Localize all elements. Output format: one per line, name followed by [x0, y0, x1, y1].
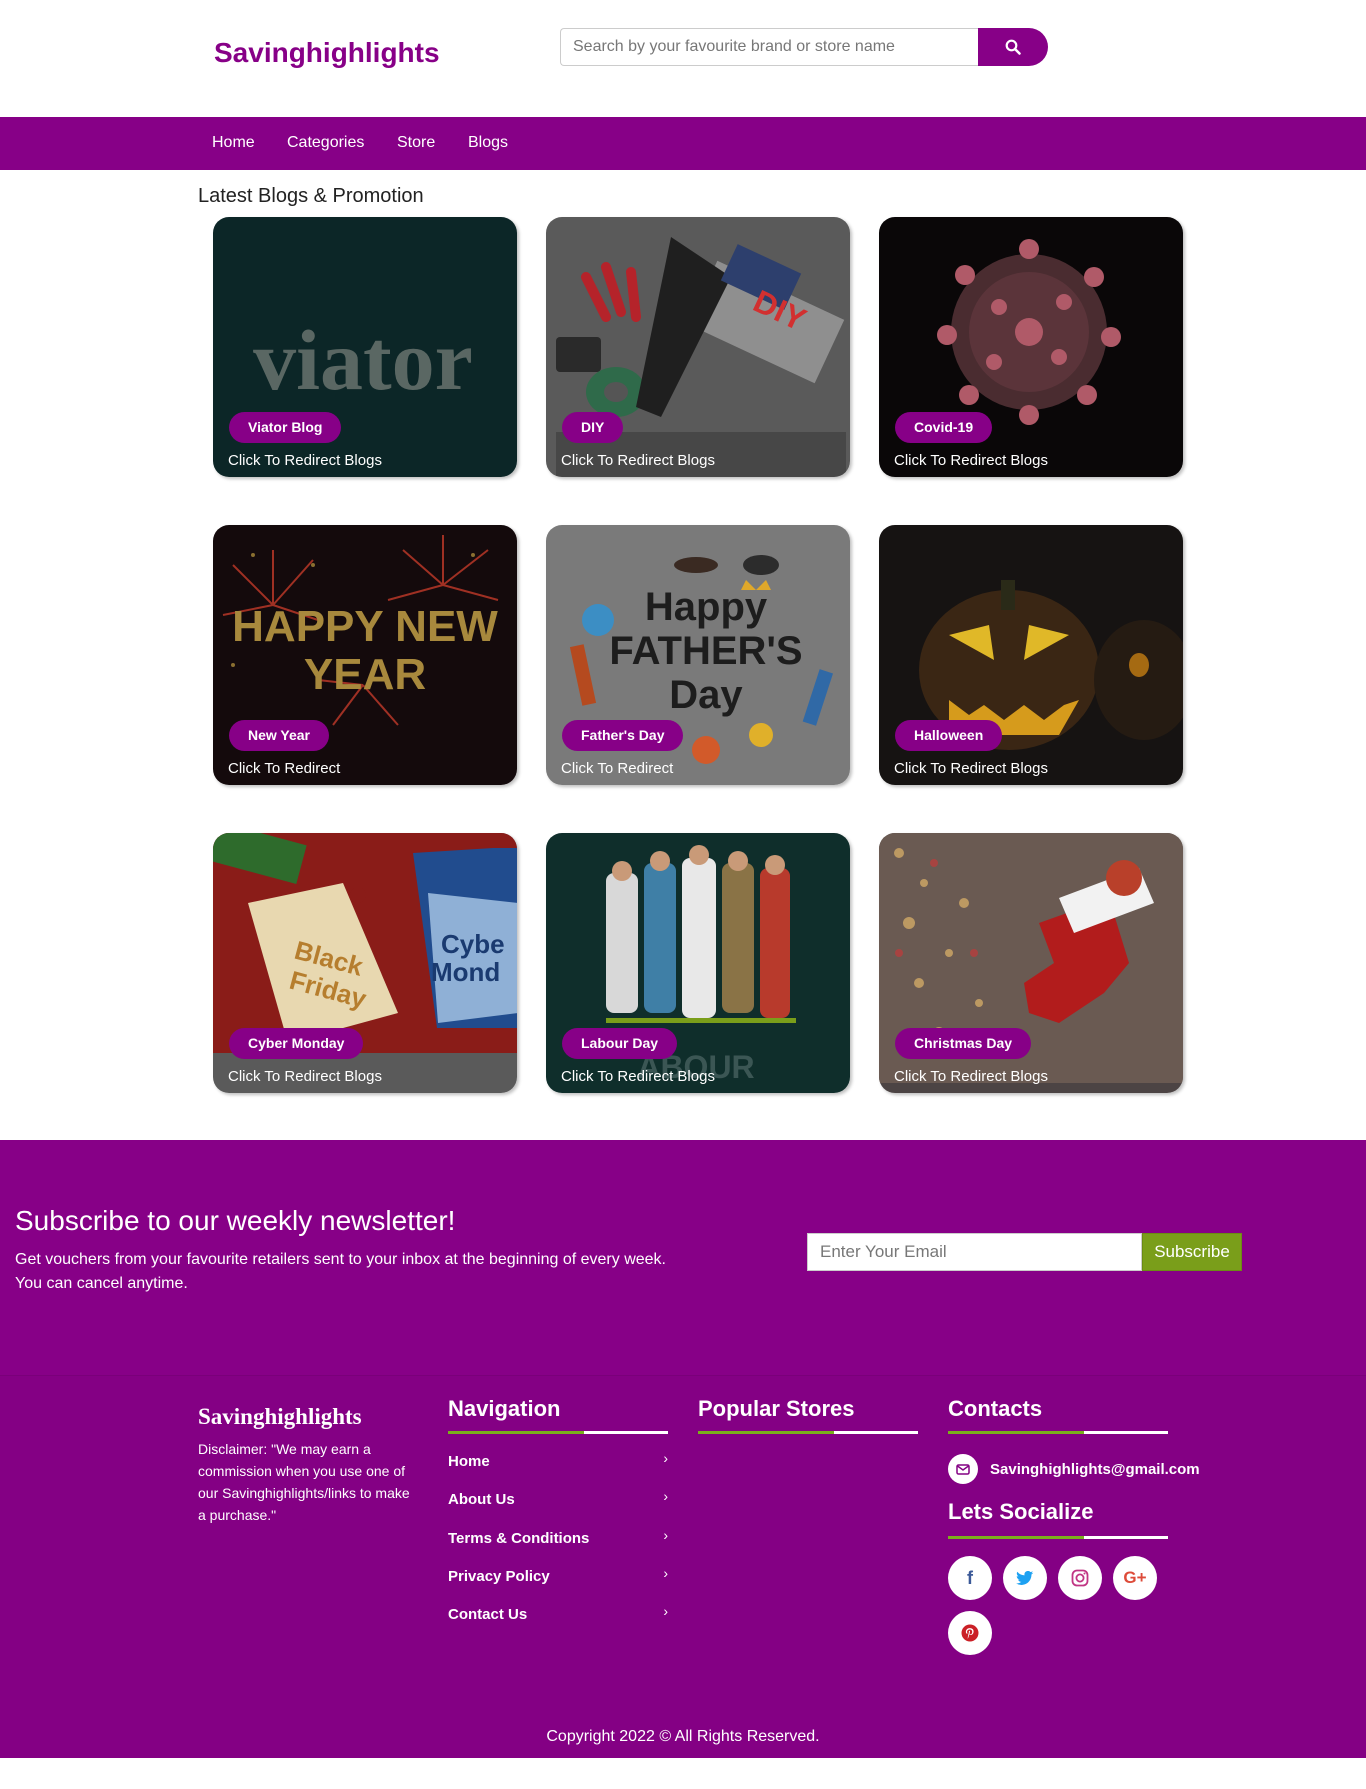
card-tag[interactable]: Christmas Day [895, 1028, 1032, 1059]
facebook-icon[interactable]: f [948, 1556, 992, 1600]
blog-card-labour-day[interactable]: ABOUR Labour Day Click To Redirect Blogs [546, 833, 850, 1093]
chevron-right-icon: › [663, 1488, 668, 1504]
blog-card-covid[interactable]: Covid-19 Click To Redirect Blogs [879, 217, 1183, 477]
blog-card-diy[interactable]: DIY DIY Click To Redirect Blogs [546, 217, 850, 477]
footer-divider [948, 1431, 1168, 1434]
blog-card-cyber-monday[interactable]: Black Friday Cybe Mond Cyber Monday Clic… [213, 833, 517, 1093]
chevron-right-icon: › [663, 1450, 668, 1466]
site-logo[interactable]: Savinghighlights [214, 37, 440, 69]
blog-card-fathers-day[interactable]: Happy FATHER'S Day Father's Day Click To… [546, 525, 850, 785]
card-subtitle: Click To Redirect Blogs [228, 452, 382, 469]
newsletter-section: Subscribe to our weekly newsletter! Get … [0, 1140, 1366, 1375]
section-title: Latest Blogs & Promotion [198, 185, 424, 207]
footer-link-label: Terms & Conditions [448, 1530, 590, 1547]
blog-card-halloween[interactable]: Halloween Click To Redirect Blogs [879, 525, 1183, 785]
card-art-text: viator [253, 312, 473, 408]
footer-link-label: About Us [448, 1491, 515, 1508]
footer-link-privacy[interactable]: Privacy Policy › [448, 1565, 668, 1585]
card-tag[interactable]: Covid-19 [895, 412, 993, 443]
blog-card-christmas[interactable]: Christmas Day Click To Redirect Blogs [879, 833, 1183, 1093]
newsletter-email-input[interactable] [807, 1233, 1142, 1271]
card-subtitle: Click To Redirect [228, 760, 341, 777]
envelope-icon [948, 1454, 978, 1484]
nav-home[interactable]: Home [212, 134, 255, 152]
card-tag[interactable]: Halloween [895, 720, 1003, 751]
footer-link-terms[interactable]: Terms & Conditions › [448, 1527, 668, 1547]
chevron-right-icon: › [663, 1603, 668, 1619]
nav-store[interactable]: Store [397, 134, 435, 152]
footer-brand: Savinghighlights [198, 1404, 362, 1429]
card-tag[interactable]: DIY [562, 412, 624, 443]
newsletter-description: Get vouchers from your favourite retaile… [15, 1248, 715, 1296]
instagram-icon[interactable] [1058, 1556, 1102, 1600]
card-art-text: Happy FATHER'S Day [609, 585, 803, 717]
contact-email-text: Savinghighlights@gmail.com [990, 1460, 1200, 1478]
card-subtitle: Click To Redirect Blogs [228, 1068, 382, 1085]
footer-divider [448, 1431, 668, 1434]
nav-blogs[interactable]: Blogs [468, 134, 508, 152]
footer-link-label: Privacy Policy [448, 1568, 550, 1585]
svg-text:Mond: Mond [431, 957, 500, 987]
search-input[interactable] [560, 28, 980, 66]
contact-email[interactable]: Savinghighlights@gmail.com [948, 1454, 1200, 1484]
copyright: Copyright 2022 © All Rights Reserved. [546, 1728, 820, 1745]
blog-card-new-year[interactable]: HAPPY NEW YEAR New Year Click To Redirec… [213, 525, 517, 785]
card-subtitle: Click To Redirect Blogs [894, 452, 1048, 469]
card-tag[interactable]: Labour Day [562, 1028, 678, 1059]
blog-card-viator[interactable]: viator Viator Blog Click To Redirect Blo… [213, 217, 517, 477]
main-nav: Home Categories Store Blogs [0, 117, 1366, 170]
search-icon [1005, 39, 1021, 55]
search-bar [560, 28, 1048, 66]
chevron-right-icon: › [663, 1565, 668, 1581]
card-tag[interactable]: New Year [229, 720, 330, 751]
card-tag[interactable]: Father's Day [562, 720, 684, 751]
svg-text:Cybe: Cybe [441, 929, 505, 959]
footer-disclaimer: Disclaimer: "We may earn a commission wh… [198, 1441, 410, 1523]
footer-link-label: Contact Us [448, 1606, 528, 1623]
pinterest-icon[interactable] [948, 1611, 992, 1655]
site-footer: Savinghighlights Disclaimer: "We may ear… [0, 1375, 1366, 1758]
card-art-text: HAPPY NEW YEAR [232, 602, 498, 699]
card-subtitle: Click To Redirect [561, 760, 674, 777]
footer-social-title: Lets Socialize [948, 1499, 1094, 1524]
footer-divider [698, 1431, 918, 1434]
newsletter-title: Subscribe to our weekly newsletter! [15, 1205, 456, 1236]
footer-divider [948, 1536, 1168, 1539]
footer-link-label: Home [448, 1453, 490, 1470]
footer-contacts-title: Contacts [948, 1396, 1043, 1421]
nav-categories[interactable]: Categories [287, 134, 364, 152]
card-tag[interactable]: Cyber Monday [229, 1028, 364, 1059]
footer-link-about[interactable]: About Us › [448, 1488, 668, 1508]
card-tag[interactable]: Viator Blog [229, 412, 342, 443]
footer-nav-title: Navigation [448, 1396, 561, 1421]
page-bottom [0, 1758, 1366, 1789]
newsletter-line-1: Get vouchers from your favourite retaile… [15, 1251, 666, 1268]
newsletter-line-2: You can cancel anytime. [15, 1275, 188, 1292]
card-subtitle: Click To Redirect Blogs [894, 760, 1048, 777]
footer-link-home[interactable]: Home › [448, 1450, 668, 1470]
footer-stores-title: Popular Stores [698, 1396, 855, 1421]
twitter-icon[interactable] [1003, 1556, 1047, 1600]
search-button[interactable] [978, 28, 1048, 66]
card-subtitle: Click To Redirect Blogs [561, 1068, 715, 1085]
footer-link-contact[interactable]: Contact Us › [448, 1603, 668, 1623]
google-plus-icon[interactable]: G+ [1113, 1556, 1157, 1600]
chevron-right-icon: › [663, 1527, 668, 1543]
card-subtitle: Click To Redirect Blogs [894, 1068, 1048, 1085]
site-header: Savinghighlights [0, 0, 1366, 117]
subscribe-button[interactable]: Subscribe [1142, 1233, 1242, 1271]
card-subtitle: Click To Redirect Blogs [561, 452, 715, 469]
